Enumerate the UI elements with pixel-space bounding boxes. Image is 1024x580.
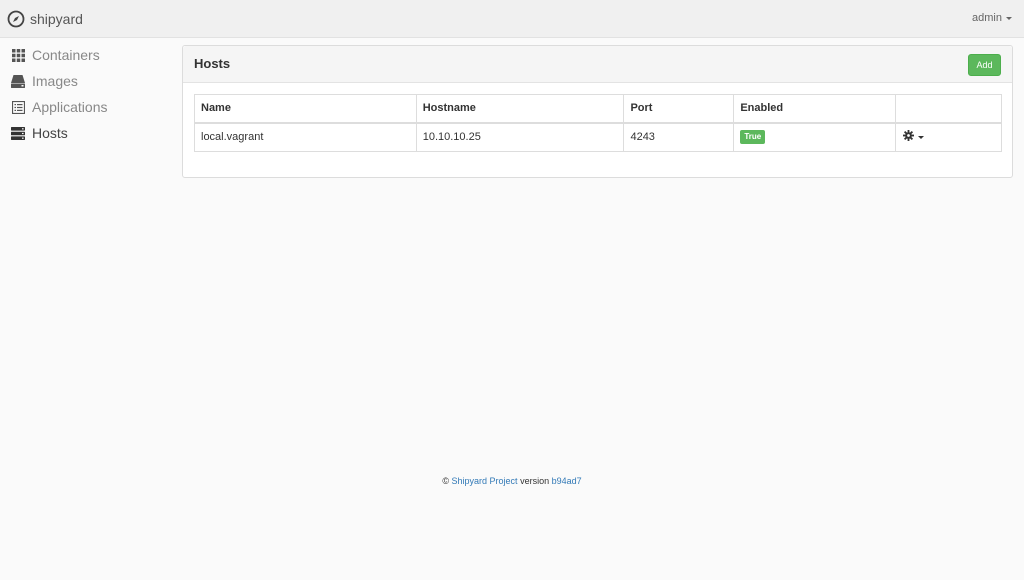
sidebar-item-label: Images bbox=[32, 73, 78, 89]
sidebar-item-hosts[interactable]: Hosts bbox=[0, 120, 170, 146]
sidebar-item-label: Hosts bbox=[32, 125, 68, 141]
column-header-actions bbox=[895, 94, 1002, 124]
gear-icon bbox=[903, 130, 915, 144]
top-navbar: shipyard admin bbox=[0, 0, 1024, 38]
user-name: admin bbox=[972, 12, 1002, 24]
sidebar-item-label: Applications bbox=[32, 99, 108, 115]
compass-icon bbox=[7, 10, 25, 28]
sidebar-item-containers[interactable]: Containers bbox=[0, 42, 170, 68]
host-hostname: 10.10.10.25 bbox=[415, 122, 625, 152]
host-enabled-cell: True bbox=[733, 122, 897, 152]
sidebar-item-applications[interactable]: Applications bbox=[0, 94, 170, 120]
hosts-table: Name Hostname Port Enabled local.vagrant… bbox=[194, 94, 1002, 152]
column-header-hostname: Hostname bbox=[415, 94, 625, 124]
host-actions-dropdown[interactable] bbox=[902, 130, 995, 144]
table-row: local.vagrant 10.10.10.25 4243 True bbox=[194, 122, 1002, 152]
user-dropdown[interactable]: admin bbox=[972, 12, 1012, 24]
version-link[interactable]: b94ad7 bbox=[552, 476, 582, 486]
list-alt-icon bbox=[11, 100, 25, 114]
sidebar-item-images[interactable]: Images bbox=[0, 68, 170, 94]
version-text: version bbox=[520, 476, 550, 486]
column-header-port: Port bbox=[623, 94, 735, 124]
host-actions-cell bbox=[895, 122, 1002, 152]
host-port: 4243 bbox=[623, 122, 735, 152]
enabled-badge: True bbox=[740, 130, 766, 145]
caret-down-icon bbox=[1006, 16, 1012, 20]
host-name: local.vagrant bbox=[194, 122, 417, 152]
server-icon bbox=[11, 126, 25, 140]
panel-title: Hosts bbox=[194, 56, 231, 71]
add-host-button[interactable]: Add bbox=[968, 54, 1001, 76]
footer: © Shipyard Project version b94ad7 bbox=[0, 476, 1024, 486]
hdd-icon bbox=[11, 74, 25, 88]
caret-down-icon bbox=[918, 135, 925, 139]
sidebar: Containers Images Applications Hosts bbox=[0, 42, 170, 146]
copyright-symbol: © bbox=[442, 476, 449, 486]
grid-icon bbox=[11, 48, 25, 62]
shipyard-project-link[interactable]: Shipyard Project bbox=[452, 476, 518, 486]
brand-name: shipyard bbox=[30, 11, 83, 27]
sidebar-item-label: Containers bbox=[32, 47, 100, 63]
hosts-panel: Hosts Add Name Hostname Port Enabled loc… bbox=[182, 45, 1013, 178]
column-header-enabled: Enabled bbox=[733, 94, 897, 124]
brand-link[interactable]: shipyard bbox=[7, 9, 83, 29]
column-header-name: Name bbox=[194, 94, 417, 124]
panel-heading: Hosts Add bbox=[183, 46, 1012, 83]
table-header-row: Name Hostname Port Enabled bbox=[194, 94, 1002, 124]
